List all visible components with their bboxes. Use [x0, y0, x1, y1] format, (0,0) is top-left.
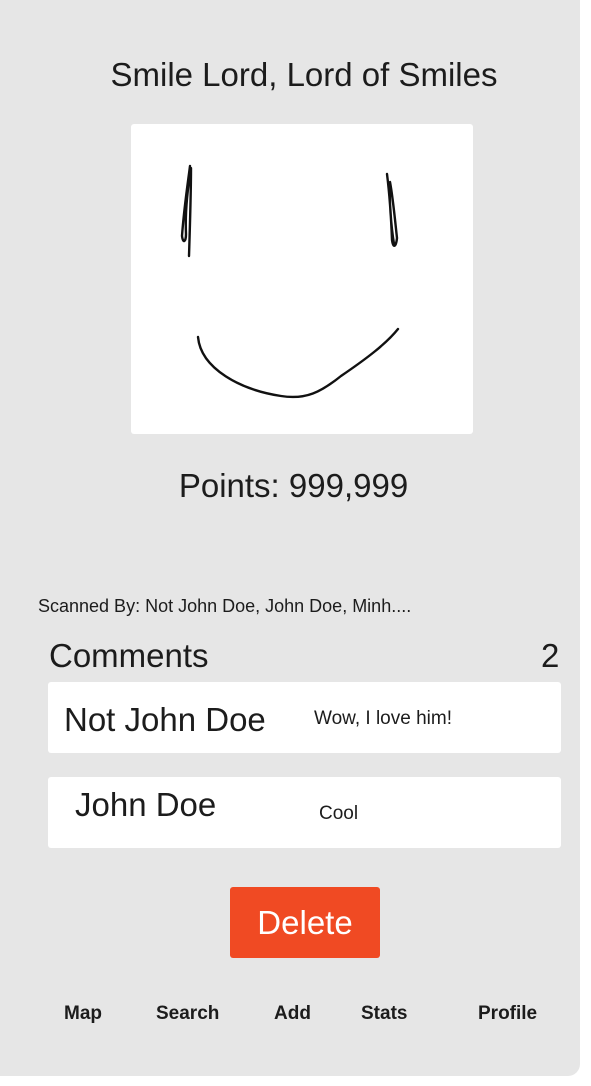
- delete-button[interactable]: Delete: [230, 887, 380, 958]
- comments-count: 2: [541, 637, 560, 674]
- smile-detail-screen: Smile Lord, Lord of Smiles Points: 999,9…: [0, 0, 580, 1076]
- smile-image: [131, 124, 473, 434]
- nav-map[interactable]: Map: [64, 1002, 102, 1026]
- comment-author: Not John Doe: [64, 701, 266, 738]
- comment-author: John Doe: [75, 786, 217, 823]
- comments-header: Comments: [49, 637, 209, 674]
- points-label: Points: 999,999: [178, 467, 409, 504]
- nav-stats[interactable]: Stats: [361, 1002, 407, 1026]
- comment-item[interactable]: Not John Doe Wow, I love him!: [48, 682, 561, 753]
- smile-drawing-icon: [180, 164, 400, 399]
- nav-search[interactable]: Search: [156, 1002, 219, 1026]
- scanned-by-label: Scanned By: Not John Doe, John Doe, Minh…: [38, 596, 412, 616]
- comment-body: Wow, I love him!: [314, 708, 452, 729]
- nav-profile[interactable]: Profile: [478, 1002, 537, 1026]
- comment-item[interactable]: John Doe Cool: [48, 777, 561, 848]
- nav-add[interactable]: Add: [274, 1002, 311, 1026]
- page-title: Smile Lord, Lord of Smiles: [110, 56, 498, 93]
- comment-body: Cool: [319, 803, 359, 824]
